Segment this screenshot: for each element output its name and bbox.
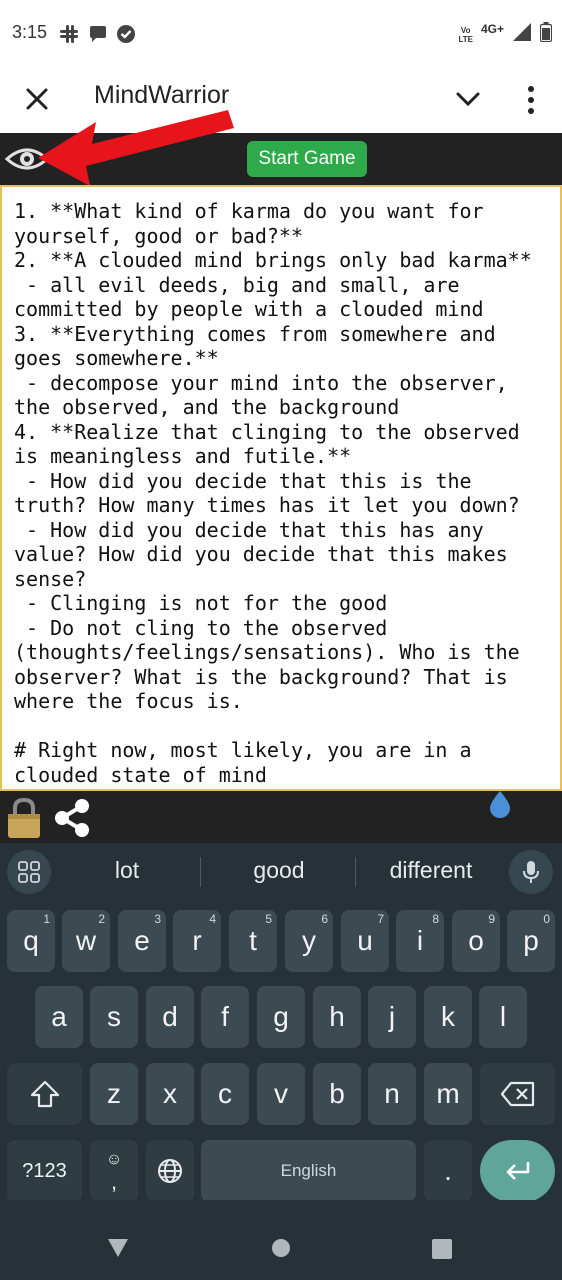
shift-icon — [30, 1080, 59, 1108]
key-x[interactable]: x — [146, 1063, 194, 1125]
key-q[interactable]: q1 — [7, 910, 55, 972]
home-circle-icon[interactable] — [272, 1239, 290, 1257]
key-s[interactable]: s — [90, 986, 138, 1048]
key-d[interactable]: d — [146, 986, 194, 1048]
key-p[interactable]: p0 — [507, 910, 555, 972]
key-j[interactable]: j — [368, 986, 416, 1048]
key-e[interactable]: e3 — [118, 910, 166, 972]
globe-icon — [158, 1159, 182, 1183]
recents-square-icon[interactable] — [432, 1239, 452, 1259]
eye-icon[interactable] — [4, 143, 50, 175]
slack-icon — [59, 24, 79, 49]
game-toolbar: Start Game — [0, 133, 562, 185]
key-f[interactable]: f — [201, 986, 249, 1048]
backspace-icon — [500, 1081, 534, 1107]
key-k[interactable]: k — [424, 986, 472, 1048]
back-triangle-icon[interactable] — [107, 1238, 129, 1258]
key-a[interactable]: a — [35, 986, 83, 1048]
comma-key[interactable]: ☺ , — [90, 1140, 138, 1202]
suggestion-2[interactable]: good — [219, 857, 339, 884]
key-g[interactable]: g — [257, 986, 305, 1048]
emoji-icon: ☺ — [105, 1151, 123, 1168]
chevron-down-icon[interactable] — [453, 84, 483, 114]
suggestion-strip: lot good different — [0, 843, 562, 901]
app-title: MindWarrior — [94, 81, 230, 109]
water-drop-icon[interactable] — [486, 791, 514, 819]
key-z[interactable]: z — [90, 1063, 138, 1125]
close-icon[interactable] — [22, 84, 52, 114]
microphone-icon[interactable] — [509, 850, 553, 894]
lock-icon[interactable] — [6, 797, 42, 839]
key-o[interactable]: o9 — [452, 910, 500, 972]
key-w[interactable]: w2 — [62, 910, 110, 972]
volte-indicator: Vo LTE — [458, 25, 473, 44]
editor-content[interactable]: 1. **What kind of karma do you want for … — [2, 187, 560, 787]
key-h[interactable]: h — [313, 986, 361, 1048]
status-right: Vo LTE 4G+ — [458, 21, 553, 47]
enter-key[interactable] — [480, 1140, 555, 1202]
suggestion-3[interactable]: different — [366, 857, 496, 884]
key-y[interactable]: y6 — [285, 910, 333, 972]
space-bar[interactable]: English — [201, 1140, 416, 1202]
apps-grid-icon[interactable] — [7, 850, 51, 894]
backspace-key[interactable] — [480, 1063, 555, 1125]
key-m[interactable]: m — [424, 1063, 472, 1125]
key-v[interactable]: v — [257, 1063, 305, 1125]
start-game-button[interactable]: Start Game — [247, 141, 367, 177]
key-u[interactable]: u7 — [341, 910, 389, 972]
key-b[interactable]: b — [313, 1063, 361, 1125]
chat-bubble-icon — [88, 24, 108, 49]
key-l[interactable]: l — [479, 986, 527, 1048]
signal-icon — [512, 22, 532, 47]
editor-bottom-bar — [0, 791, 562, 843]
key-t[interactable]: t5 — [229, 910, 277, 972]
key-r[interactable]: r4 — [173, 910, 221, 972]
period-key[interactable]: . — [424, 1140, 472, 1202]
soft-keyboard: lot good different q1 w2 e3 r4 t5 y6 u7 … — [0, 843, 562, 1202]
enter-icon — [506, 1162, 529, 1180]
key-c[interactable]: c — [201, 1063, 249, 1125]
app-bar: MindWarrior — [0, 68, 562, 133]
shift-key[interactable] — [7, 1063, 82, 1125]
key-i[interactable]: i8 — [396, 910, 444, 972]
battery-icon — [539, 22, 553, 47]
share-icon[interactable] — [52, 797, 92, 839]
check-circle-icon — [116, 24, 136, 49]
language-key[interactable] — [146, 1140, 194, 1202]
status-time: 3:15 — [12, 22, 48, 42]
symbols-key[interactable]: ?123 — [7, 1140, 82, 1202]
key-n[interactable]: n — [368, 1063, 416, 1125]
network-type: 4G+ — [480, 21, 504, 36]
navigation-bar — [0, 1200, 562, 1280]
suggestion-1[interactable]: lot — [67, 857, 187, 884]
more-vert-icon[interactable] — [516, 80, 546, 120]
text-editor[interactable]: 1. **What kind of karma do you want for … — [0, 185, 562, 791]
status-bar: 3:15 Vo LTE 4G+ — [0, 0, 562, 68]
